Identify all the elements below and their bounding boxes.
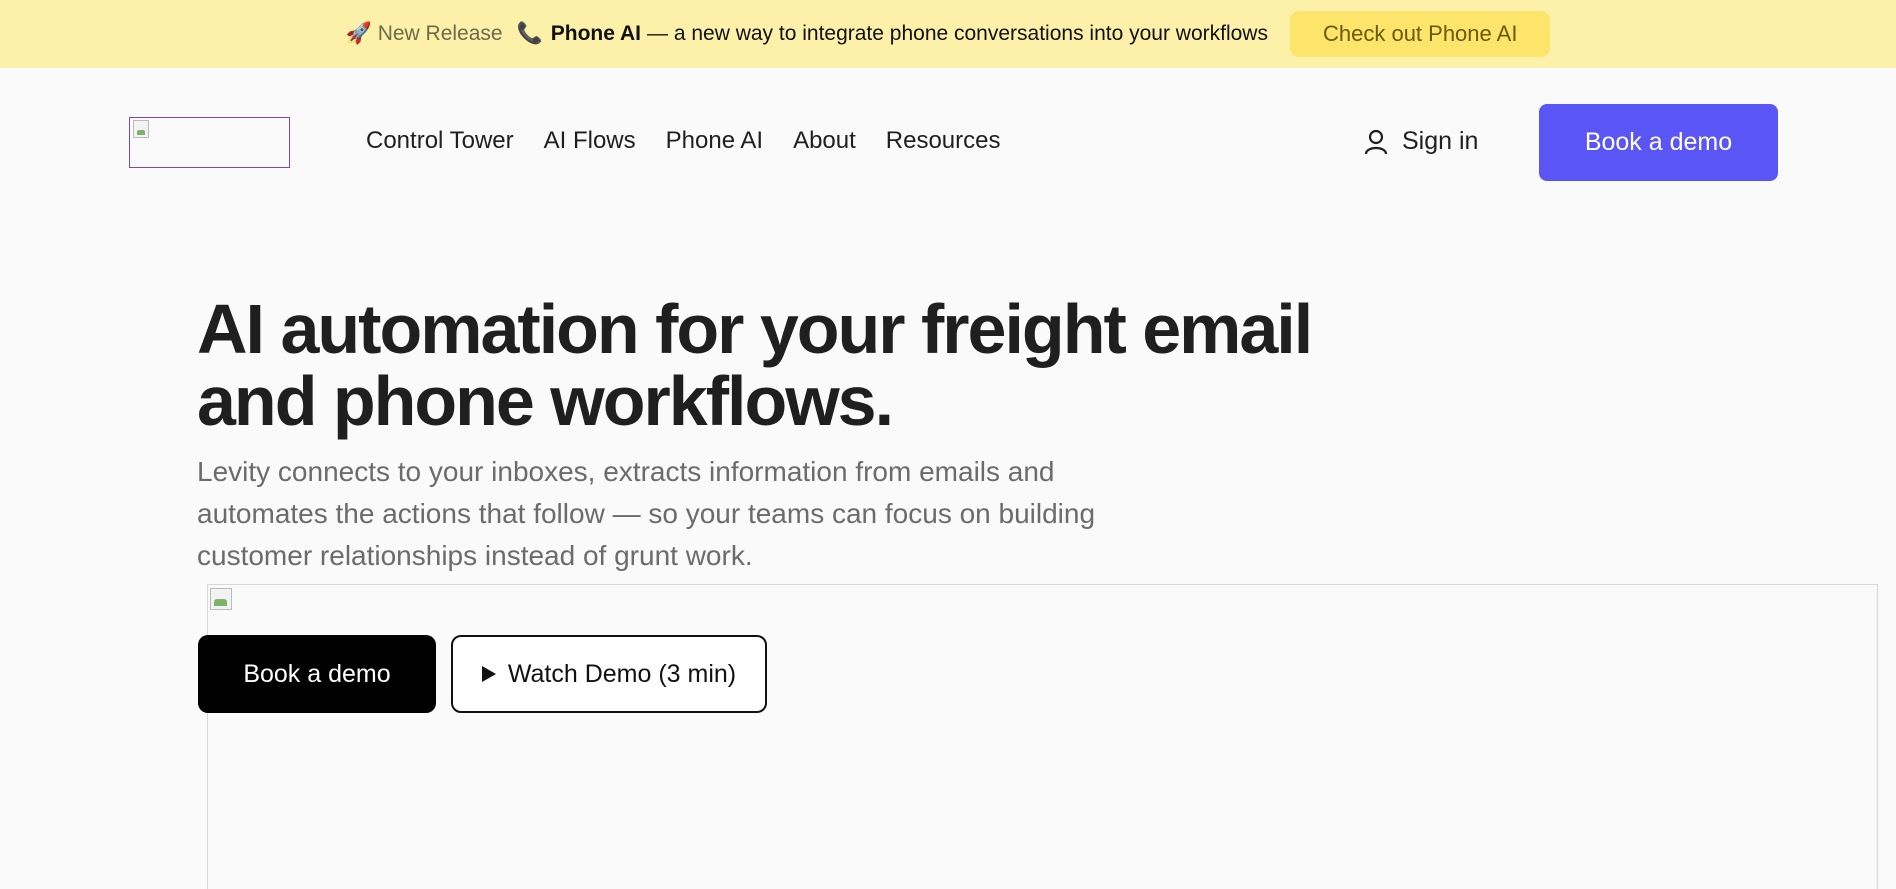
check-out-phone-ai-button[interactable]: Check out Phone AI <box>1289 11 1551 57</box>
book-demo-hero-button[interactable]: Book a demo <box>198 635 436 713</box>
nav-item-resources[interactable]: Resources <box>886 127 1001 155</box>
announcement-message: — a new way to integrate phone conversat… <box>646 22 1268 45</box>
hero-title: AI automation for your freight email and… <box>197 290 1313 440</box>
main-nav: Control Tower AI Flows Phone AI About Re… <box>366 127 1031 155</box>
hero-media <box>207 584 1878 889</box>
nav-item-phone-ai[interactable]: Phone AI <box>666 127 763 155</box>
sign-in-link[interactable]: Sign in <box>1364 127 1478 156</box>
rocket-icon: 🚀 <box>345 22 372 45</box>
nav-item-control-tower[interactable]: Control Tower <box>366 127 514 155</box>
watch-demo-label: Watch Demo (3 min) <box>507 659 737 688</box>
watch-demo-button[interactable]: Watch Demo (3 min) <box>451 635 767 713</box>
announcement-bar: 🚀 New Release 📞 Phone AI — a new way to … <box>0 0 1896 68</box>
phone-icon: 📞 <box>516 22 543 45</box>
sign-in-label: Sign in <box>1402 127 1479 155</box>
hero-subtitle: Levity connects to your inboxes, extract… <box>197 456 1096 571</box>
broken-image-icon <box>210 588 232 610</box>
user-icon <box>1364 129 1388 154</box>
nav-item-ai-flows[interactable]: AI Flows <box>544 127 636 155</box>
logo[interactable] <box>129 117 290 168</box>
book-demo-header-button[interactable]: Book a demo <box>1539 104 1778 181</box>
announcement-product: Phone AI <box>550 22 641 45</box>
broken-image-icon <box>133 120 149 138</box>
nav-item-about[interactable]: About <box>793 127 856 155</box>
play-icon <box>481 666 496 682</box>
announcement-tag: New Release <box>377 22 503 45</box>
